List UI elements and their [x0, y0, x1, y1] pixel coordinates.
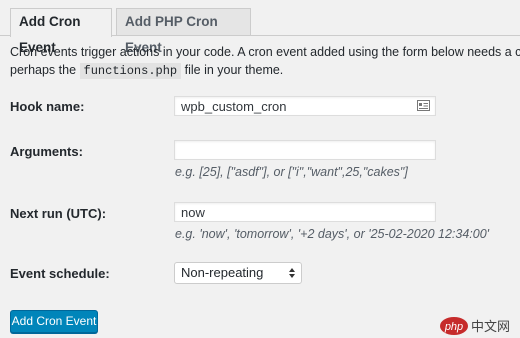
contact-card-icon[interactable]	[417, 100, 430, 111]
functions-php-code: functions.php	[79, 63, 182, 79]
description-line-2: perhaps the functions.php file in your t…	[10, 61, 520, 80]
next-run-input[interactable]: now	[174, 202, 436, 222]
arguments-label: Arguments:	[10, 144, 83, 159]
svg-text:php: php	[444, 321, 463, 333]
description-prefix: perhaps the	[10, 63, 77, 77]
event-schedule-selected: Non-repeating	[181, 265, 264, 280]
next-run-hint: e.g. 'now', 'tomorrow', '+2 days', or '2…	[175, 227, 490, 241]
hook-name-label: Hook name:	[10, 99, 85, 114]
event-schedule-select[interactable]: Non-repeating	[174, 262, 302, 284]
tab-bar: Add Cron Event Add PHP Cron Event	[0, 0, 520, 55]
description: Cron events trigger actions in your code…	[10, 43, 520, 80]
event-schedule-label: Event schedule:	[10, 266, 110, 281]
svg-text:中文网: 中文网	[471, 320, 510, 335]
arguments-hint: e.g. [25], ["asdf"], or ["i","want",25,"…	[175, 165, 408, 179]
hook-name-input[interactable]: wpb_custom_cron	[174, 96, 436, 116]
select-arrows-icon	[289, 268, 295, 278]
next-run-label: Next run (UTC):	[10, 206, 107, 221]
add-cron-event-button[interactable]: Add Cron Event	[10, 310, 98, 333]
tab-add-php-cron-event[interactable]: Add PHP Cron Event	[116, 8, 251, 55]
tab-add-cron-event[interactable]: Add Cron Event	[10, 8, 112, 55]
php-cn-watermark-logo: php 中文网	[440, 317, 510, 335]
description-suffix: file in your theme.	[184, 63, 284, 77]
description-line-1: Cron events trigger actions in your code…	[10, 45, 520, 59]
hook-name-value: wpb_custom_cron	[181, 99, 287, 114]
arguments-input[interactable]	[174, 140, 436, 160]
